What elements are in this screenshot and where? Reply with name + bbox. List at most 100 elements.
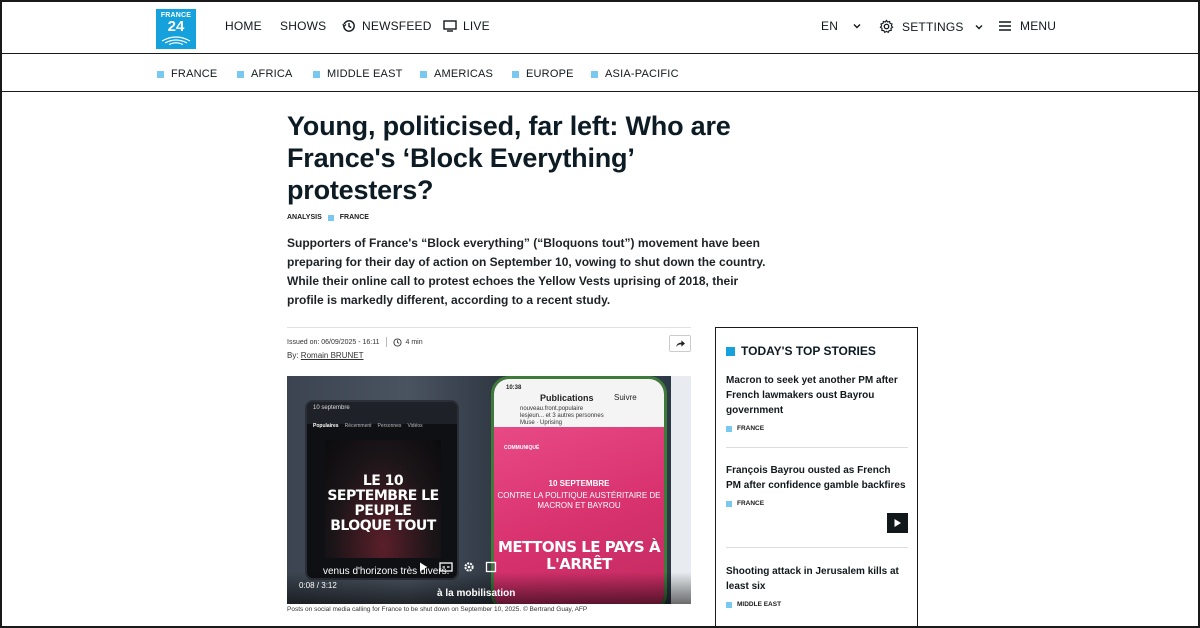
settings-button[interactable]: SETTINGS	[879, 19, 984, 34]
region-square	[237, 70, 244, 78]
region-label: AMERICAS	[434, 68, 494, 80]
issued-date: Issued on: 06/09/2025 - 16:11	[287, 338, 380, 346]
story-title[interactable]: Shooting attack in Jerusalem kills at le…	[726, 564, 908, 594]
region-label: EUROPE	[526, 68, 574, 80]
settings-label: SETTINGS	[902, 19, 964, 34]
article-issued: Issued on: 06/09/2025 - 16:11 4 min	[287, 337, 423, 347]
nav-newsfeed-label: NEWSFEED	[362, 19, 432, 33]
tag-square	[327, 214, 334, 221]
article-video[interactable]: 10 septembre Populaires Récemment Person…	[287, 376, 691, 604]
region-africa[interactable]: AFRICA	[237, 68, 293, 80]
story-tag-label[interactable]: FRANCE	[737, 500, 764, 507]
nav-shows-label: SHOWS	[280, 19, 327, 33]
story-item[interactable]: Shooting attack in Jerusalem kills at le…	[726, 564, 908, 608]
region-square	[420, 70, 427, 78]
poster-text: LE 10 SEPTEMBRE LE PEUPLE BLOQUE TOUT	[327, 473, 439, 534]
account-name: nouveau.front.populaire	[520, 406, 584, 412]
region-americas[interactable]: AMERICAS	[420, 68, 493, 80]
story-title[interactable]: François Bayrou ousted as French PM afte…	[726, 463, 908, 493]
story-divider	[726, 447, 908, 448]
nav-newsfeed[interactable]: NEWSFEED	[342, 19, 432, 33]
gear-icon[interactable]	[463, 561, 475, 573]
phone-tabs: Populaires Récemment Personnes Vidéos	[307, 420, 457, 432]
nav-shows[interactable]: SHOWS	[280, 19, 326, 33]
story-tag: FRANCE	[726, 500, 908, 507]
phone-tab: Vidéos	[407, 423, 423, 429]
video-play-button[interactable]	[887, 513, 908, 533]
subtitle-text-2: à la mobilisation	[437, 588, 516, 599]
fullscreen-icon[interactable]	[485, 561, 497, 573]
tag-analysis[interactable]: ANALYSIS	[287, 214, 322, 221]
post-account: nouveau.front.populaire lesjeun... et 3 …	[520, 406, 604, 427]
tv-icon	[443, 20, 457, 32]
chevron-down-icon	[853, 24, 861, 29]
clock-icon	[392, 337, 402, 347]
phone-tab: Populaires	[313, 423, 339, 429]
story-tag-label[interactable]: MIDDLE EAST	[737, 601, 781, 608]
story-title[interactable]: Macron to seek yet another PM after Fren…	[726, 373, 908, 418]
poster-date: 10 SEPTEMBRE	[548, 479, 610, 488]
meta-divider	[287, 327, 691, 328]
phone-search-text: 10 septembre	[313, 405, 350, 411]
region-asia-pacific[interactable]: ASIA-PACIFIC	[591, 68, 679, 80]
region-nav: FRANCE AFRICA MIDDLE EAST AMERICAS EUROP…	[2, 55, 1198, 92]
hamburger-icon	[999, 21, 1011, 31]
tag-square	[726, 425, 732, 432]
poster-slogan: METTONS LE PAYS À L'ARRÊT	[497, 538, 661, 573]
nav-live[interactable]: LIVE	[443, 19, 490, 33]
story-divider	[726, 547, 908, 548]
nav-live-label: LIVE	[463, 19, 490, 33]
story-item[interactable]: François Bayrou ousted as French PM afte…	[726, 463, 908, 507]
menu-button[interactable]: MENU	[998, 19, 1056, 33]
story-tag: FRANCE	[726, 425, 908, 432]
play-icon[interactable]	[417, 561, 429, 573]
logo-waves-icon	[161, 36, 191, 45]
tag-square	[726, 601, 732, 608]
region-square	[157, 70, 164, 78]
play-icon	[894, 519, 901, 527]
page-frame: FRANCE 24 HOME SHOWS NEWSFEED LIVE EN SE…	[0, 0, 1200, 628]
france24-logo[interactable]: FRANCE 24	[156, 9, 196, 49]
history-icon	[342, 20, 355, 32]
share-arrow-icon	[675, 340, 685, 348]
region-label: ASIA-PACIFIC	[605, 68, 679, 80]
top-stories-panel: TODAY'S TOP STORIES Macron to seek yet a…	[715, 327, 918, 626]
phone-left: 10 septembre Populaires Récemment Person…	[305, 400, 459, 580]
image-caption: Posts on social media calling for France…	[287, 606, 588, 613]
tag-france[interactable]: FRANCE	[340, 214, 369, 221]
article-lede: Supporters of France's “Block everything…	[287, 236, 766, 307]
phone-tab: Personnes	[377, 423, 402, 429]
article-tags: ANALYSIS FRANCE	[287, 214, 369, 221]
top-stories-heading: TODAY'S TOP STORIES	[726, 344, 876, 358]
tag-square	[726, 500, 732, 507]
communique-label: COMMUNIQUÉ	[504, 445, 540, 451]
by-label: By:	[287, 351, 299, 360]
region-label: MIDDLE EAST	[327, 68, 403, 80]
captions-icon[interactable]	[439, 561, 453, 573]
region-france[interactable]: FRANCE	[157, 68, 217, 80]
region-square	[512, 70, 519, 78]
story-tag-label[interactable]: FRANCE	[737, 425, 764, 432]
video-control-icons	[417, 561, 497, 573]
publications-title: Publications	[540, 393, 594, 403]
region-square	[313, 70, 320, 78]
language-label: EN	[821, 19, 839, 33]
phone-tab: Récemment	[344, 423, 372, 429]
read-time: 4 min	[405, 338, 423, 346]
heading-square	[726, 346, 735, 356]
story-item[interactable]: Macron to seek yet another PM after Fren…	[726, 373, 908, 432]
instagram-header: 10:38 Publications Suivre nouveau.front.…	[494, 379, 664, 427]
language-selector[interactable]: EN	[821, 19, 862, 33]
region-square	[591, 70, 598, 78]
phone-time: 10:38	[506, 385, 522, 391]
follow-label: Suivre	[614, 393, 637, 402]
author-link[interactable]: Romain BRUNET	[301, 351, 364, 360]
gear-icon	[879, 19, 894, 34]
share-button[interactable]	[669, 335, 691, 352]
story-tag: MIDDLE EAST	[726, 601, 908, 608]
region-europe[interactable]: EUROPE	[512, 68, 574, 80]
phone-right: 10:38 Publications Suivre nouveau.front.…	[491, 376, 667, 604]
nav-home[interactable]: HOME	[225, 19, 262, 33]
video-time: 0:08 / 3:12	[299, 581, 337, 590]
region-middle-east[interactable]: MIDDLE EAST	[313, 68, 403, 80]
